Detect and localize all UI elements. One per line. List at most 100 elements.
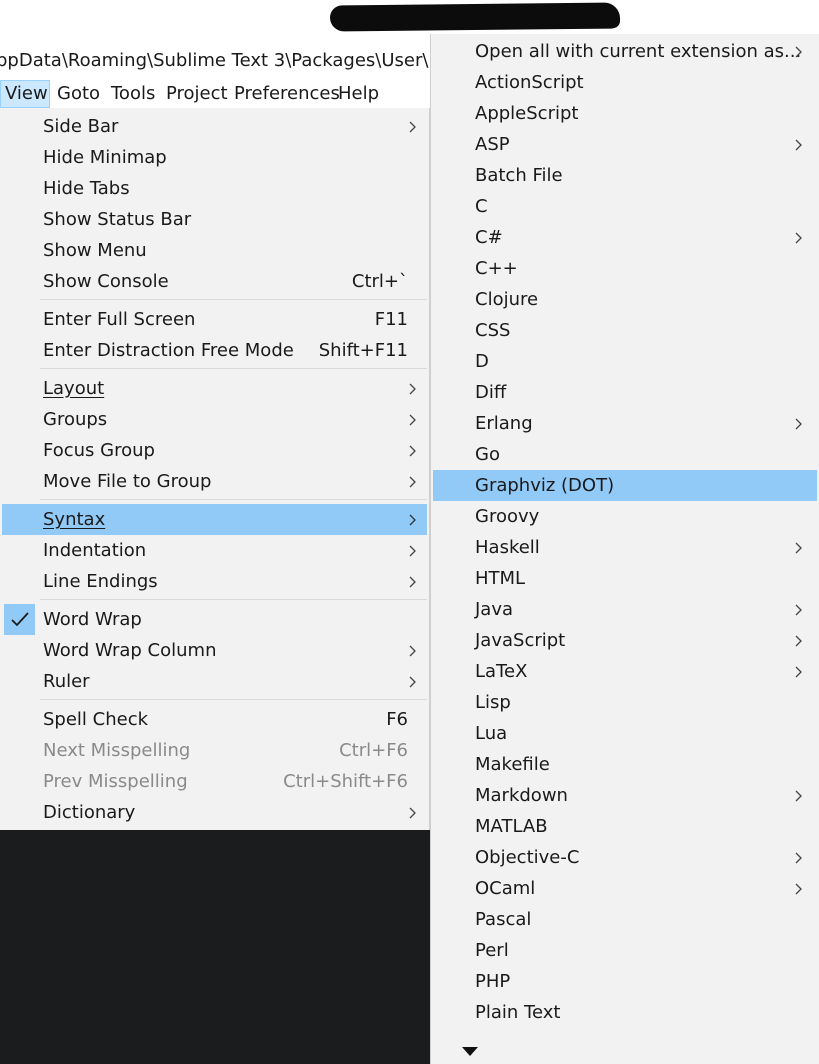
syntax-item-open-all-with-current-extension-as[interactable]: Open all with current extension as... xyxy=(433,36,817,67)
menu-item-label: Focus Group xyxy=(43,440,155,461)
chevron-right-icon xyxy=(407,111,421,142)
syntax-item-asp[interactable]: ASP xyxy=(433,129,817,160)
syntax-item-actionscript[interactable]: ActionScript xyxy=(433,67,817,98)
menu-item-label: Prev Misspelling xyxy=(43,771,188,792)
syntax-item-lua[interactable]: Lua xyxy=(433,718,817,749)
menu-separator xyxy=(40,699,427,700)
menu-item-focus-group[interactable]: Focus Group xyxy=(2,435,427,466)
chevron-right-icon xyxy=(407,466,421,497)
menu-item-word-wrap-column[interactable]: Word Wrap Column xyxy=(2,635,427,666)
menu-item-label: Haskell xyxy=(475,537,540,558)
syntax-item-c[interactable]: C++ xyxy=(433,253,817,284)
menu-item-label: Show Console xyxy=(43,271,169,292)
syntax-item-java[interactable]: Java xyxy=(433,594,817,625)
menu-item-move-file-to-group[interactable]: Move File to Group xyxy=(2,466,427,497)
syntax-item-objective-c[interactable]: Objective-C xyxy=(433,842,817,873)
menu-item-label: Java xyxy=(475,599,514,620)
menu-item-label: Hide Tabs xyxy=(43,178,130,199)
menu-item-dictionary[interactable]: Dictionary xyxy=(2,797,427,828)
menu-help[interactable]: Help xyxy=(334,80,383,108)
syntax-item-ocaml[interactable]: OCaml xyxy=(433,873,817,904)
syntax-item-matlab[interactable]: MATLAB xyxy=(433,811,817,842)
syntax-item-go[interactable]: Go xyxy=(433,439,817,470)
menu-view[interactable]: View xyxy=(0,80,50,108)
menu-item-label: Show Menu xyxy=(43,240,147,261)
menu-item-groups[interactable]: Groups xyxy=(2,404,427,435)
menu-item-label: JavaScript xyxy=(475,630,566,651)
menu-item-label: Word Wrap Column xyxy=(43,640,217,661)
menu-separator xyxy=(40,299,427,300)
syntax-submenu: Open all with current extension as... Act… xyxy=(430,34,819,1064)
menu-item-label: LaTeX xyxy=(475,661,528,682)
syntax-item-css[interactable]: CSS xyxy=(433,315,817,346)
syntax-item-javascript[interactable]: JavaScript xyxy=(433,625,817,656)
syntax-item-php[interactable]: PHP xyxy=(433,966,817,997)
menu-item-enter-full-screen[interactable]: Enter Full Screen F11 xyxy=(2,304,427,335)
menu-item-label: Plain Text xyxy=(475,1002,561,1023)
menu-item-label: Go xyxy=(475,444,500,465)
window-title-path: ppData\Roaming\Sublime Text 3\Packages\U… xyxy=(0,42,430,80)
menu-item-label: C++ xyxy=(475,258,518,279)
syntax-item-d[interactable]: D xyxy=(433,346,817,377)
menu-item-hide-minimap[interactable]: Hide Minimap xyxy=(2,142,427,173)
chevron-right-icon xyxy=(793,780,807,811)
menu-item-word-wrap[interactable]: Word Wrap xyxy=(2,604,427,635)
syntax-item-lisp[interactable]: Lisp xyxy=(433,687,817,718)
menu-item-layout[interactable]: Layout xyxy=(2,373,427,404)
menu-item-distraction-free[interactable]: Enter Distraction Free Mode Shift+F11 xyxy=(2,335,427,366)
menu-preferences[interactable]: Preferences xyxy=(230,80,344,108)
syntax-item-batch-file[interactable]: Batch File xyxy=(433,160,817,191)
menu-item-label: Ruler xyxy=(43,671,90,692)
menu-item-line-endings[interactable]: Line Endings xyxy=(2,566,427,597)
menu-item-ruler[interactable]: Ruler xyxy=(2,666,427,697)
chevron-right-icon xyxy=(793,36,807,67)
menu-item-label: Pascal xyxy=(475,909,532,930)
menu-item-prev-misspelling[interactable]: Prev Misspelling Ctrl+Shift+F6 xyxy=(2,766,427,797)
syntax-item-groovy[interactable]: Groovy xyxy=(433,501,817,532)
menu-item-label: CSS xyxy=(475,320,511,341)
menu-project[interactable]: Project xyxy=(162,80,232,108)
menu-item-label: PHP xyxy=(475,971,511,992)
syntax-item-latex[interactable]: LaTeX xyxy=(433,656,817,687)
menu-item-label: Enter Distraction Free Mode xyxy=(43,340,294,361)
syntax-item-html[interactable]: HTML xyxy=(433,563,817,594)
syntax-item-clojure[interactable]: Clojure xyxy=(433,284,817,315)
menu-item-hide-tabs[interactable]: Hide Tabs xyxy=(2,173,427,204)
syntax-item-c[interactable]: C xyxy=(433,191,817,222)
menu-item-show-status-bar[interactable]: Show Status Bar xyxy=(2,204,427,235)
menu-item-spell-check[interactable]: Spell Check F6 xyxy=(2,704,427,735)
syntax-item-plain-text[interactable]: Plain Text xyxy=(433,997,817,1028)
menu-tools[interactable]: Tools xyxy=(107,80,159,108)
menu-item-label: Perl xyxy=(475,940,509,961)
syntax-item-markdown[interactable]: Markdown xyxy=(433,780,817,811)
menu-item-label: Open all with current extension as... xyxy=(475,41,802,62)
view-menu-dropdown: Side Bar Hide Minimap Hide Tabs Show Sta… xyxy=(0,108,430,830)
syntax-item-pascal[interactable]: Pascal xyxy=(433,904,817,935)
syntax-item-diff[interactable]: Diff xyxy=(433,377,817,408)
menu-item-side-bar[interactable]: Side Bar xyxy=(2,111,427,142)
syntax-item-graphviz-dot[interactable]: Graphviz (DOT) xyxy=(433,470,817,501)
menu-item-label: Lua xyxy=(475,723,508,744)
menu-item-show-menu[interactable]: Show Menu xyxy=(2,235,427,266)
menu-item-indentation[interactable]: Indentation xyxy=(2,535,427,566)
chevron-right-icon xyxy=(793,129,807,160)
menu-item-label: Show Status Bar xyxy=(43,209,192,230)
menu-item-syntax[interactable]: Syntax xyxy=(2,504,427,535)
syntax-item-makefile[interactable]: Makefile xyxy=(433,749,817,780)
chevron-right-icon xyxy=(407,635,421,666)
chevron-right-icon xyxy=(407,797,421,828)
menu-item-label: Dictionary xyxy=(43,802,136,823)
menu-item-next-misspelling[interactable]: Next Misspelling Ctrl+F6 xyxy=(2,735,427,766)
menu-item-label: Markdown xyxy=(475,785,568,806)
menu-separator xyxy=(40,499,427,500)
scroll-down-arrow-icon[interactable] xyxy=(462,1042,478,1056)
menu-goto[interactable]: Goto xyxy=(53,80,104,108)
menu-item-label: Layout xyxy=(43,378,105,399)
syntax-item-erlang[interactable]: Erlang xyxy=(433,408,817,439)
menu-item-label: Erlang xyxy=(475,413,533,434)
syntax-item-haskell[interactable]: Haskell xyxy=(433,532,817,563)
syntax-item-c[interactable]: C# xyxy=(433,222,817,253)
menu-item-show-console[interactable]: Show Console Ctrl+` xyxy=(2,266,427,297)
syntax-item-perl[interactable]: Perl xyxy=(433,935,817,966)
syntax-item-applescript[interactable]: AppleScript xyxy=(433,98,817,129)
